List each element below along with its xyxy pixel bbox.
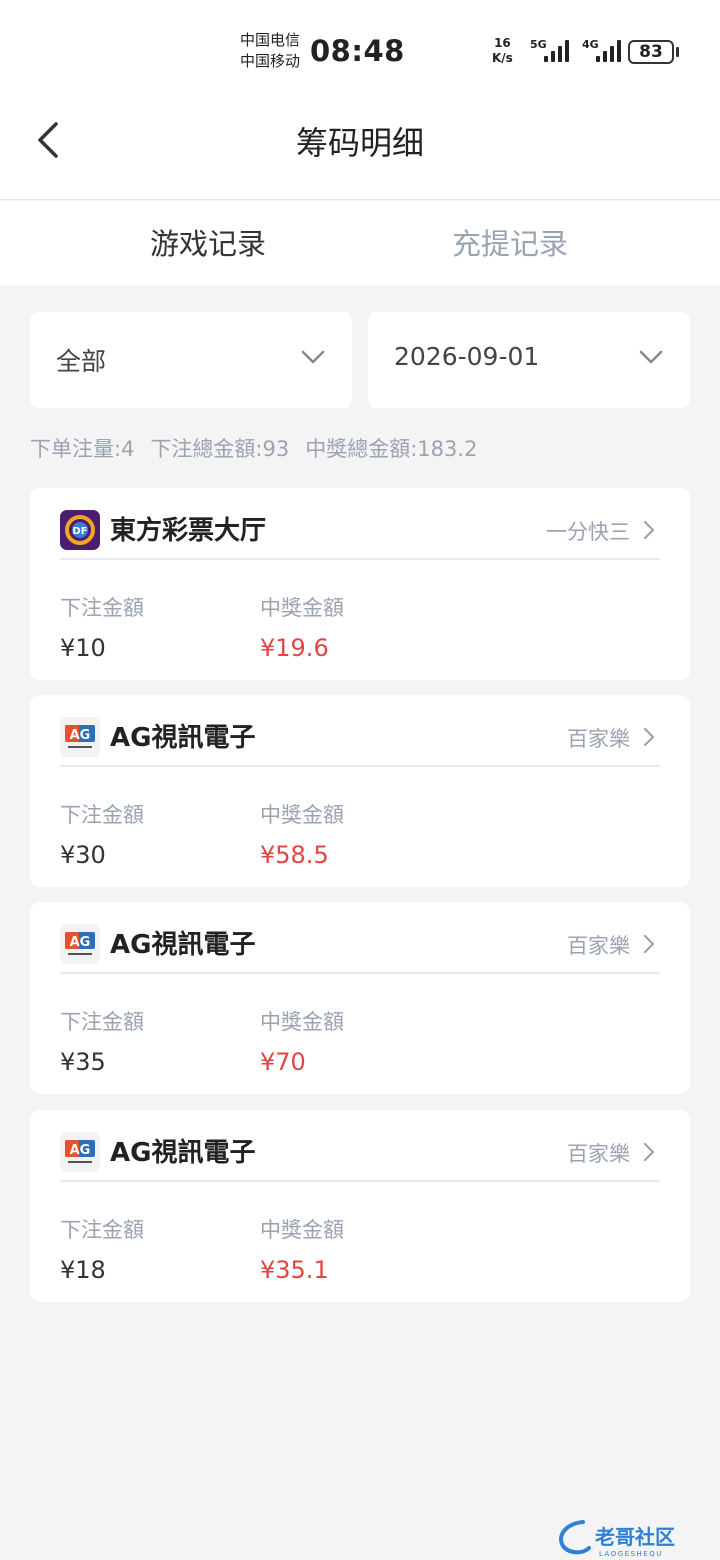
category-select[interactable]: 全部 xyxy=(30,312,352,408)
platform-name: AG視訊電子 xyxy=(110,1138,256,1168)
platform-name: 東方彩票大厅 xyxy=(110,516,267,546)
svg-text:AG: AG xyxy=(70,935,91,950)
chevron-right-icon xyxy=(643,727,655,747)
bet-amount: ¥35 xyxy=(60,1048,106,1076)
watermark-logo: 老哥社区 LAOGESHEQU xyxy=(555,1518,705,1558)
battery-icon: 83 xyxy=(628,40,674,64)
page-title: 筹码明细 xyxy=(295,124,424,162)
chevron-right-icon xyxy=(643,1142,655,1162)
bet-label: 下注金額 xyxy=(60,1218,144,1242)
record-card[interactable]: AG AG視訊電子 百家樂 下注金額 中獎金額 ¥30 ¥58.5 xyxy=(30,695,690,887)
svg-text:LAOGESHEQU: LAOGESHEQU xyxy=(599,1550,663,1558)
speed-value: 16 xyxy=(494,36,511,50)
divider xyxy=(60,558,660,560)
record-card[interactable]: AG AG視訊電子 百家樂 下注金額 中獎金額 ¥18 ¥35.1 xyxy=(30,1110,690,1302)
svg-text:老哥社区: 老哥社区 xyxy=(595,1525,675,1549)
win-label: 中獎金額 xyxy=(260,803,344,827)
divider xyxy=(60,1180,660,1182)
bet-amount: ¥18 xyxy=(60,1256,106,1284)
svg-text:AG: AG xyxy=(70,1143,91,1158)
battery-cap xyxy=(676,47,679,57)
summary-order-count: 下单注量:4 xyxy=(30,437,135,461)
platform-name: AG視訊電子 xyxy=(110,723,256,753)
platform-name: AG視訊電子 xyxy=(110,930,256,960)
bet-amount: ¥30 xyxy=(60,841,106,869)
nav-header: 筹码明细 xyxy=(0,96,720,200)
summary-line: 下单注量:4 下注總金額:93 中獎總金額:183.2 xyxy=(30,433,493,463)
ag-logo-icon: AG xyxy=(60,1132,100,1172)
clock: 08:48 xyxy=(310,34,405,68)
summary-total-win: 中獎總金額:183.2 xyxy=(305,437,478,461)
bet-amount: ¥10 xyxy=(60,634,106,662)
date-value: 2026-09-01 xyxy=(394,342,540,371)
svg-text:DF: DF xyxy=(72,526,87,537)
date-select[interactable]: 2026-09-01 xyxy=(368,312,690,408)
svg-text:AG: AG xyxy=(70,728,91,743)
game-name: 百家樂 xyxy=(567,727,630,751)
record-card[interactable]: DF 東方彩票大厅 一分快三 下注金額 中獎金額 ¥10 ¥19.6 xyxy=(30,488,690,680)
bet-label: 下注金額 xyxy=(60,803,144,827)
win-label: 中獎金額 xyxy=(260,1218,344,1242)
tab-bar: 游戏记录 充提记录 xyxy=(0,201,720,285)
tab-deposit-withdraw-records[interactable]: 充提记录 xyxy=(452,221,568,263)
chevron-down-icon xyxy=(639,350,663,364)
win-label: 中獎金額 xyxy=(260,596,344,620)
ag-logo-icon: AG xyxy=(60,924,100,964)
speed-unit: K/s xyxy=(492,51,513,65)
category-value: 全部 xyxy=(56,347,107,376)
df-logo-icon: DF xyxy=(60,510,100,550)
signal-5g-icon: 5G xyxy=(530,38,580,64)
tab-game-records[interactable]: 游戏记录 xyxy=(150,221,266,263)
chevron-right-icon xyxy=(643,934,655,954)
network-speed: 16 K/s xyxy=(492,36,513,66)
win-label: 中獎金額 xyxy=(260,1010,344,1034)
game-name: 百家樂 xyxy=(567,934,630,958)
game-name: 一分快三 xyxy=(546,520,630,544)
win-amount: ¥19.6 xyxy=(260,634,329,662)
record-card[interactable]: AG AG視訊電子 百家樂 下注金額 中獎金額 ¥35 ¥70 xyxy=(30,902,690,1094)
divider xyxy=(60,765,660,767)
carrier-info: 中国电信 中国移动 xyxy=(240,30,300,72)
win-amount: ¥70 xyxy=(260,1048,306,1076)
chevron-down-icon xyxy=(301,350,325,364)
chevron-right-icon xyxy=(643,520,655,540)
status-bar: 中国电信 中国移动 08:48 16 K/s 5G 4G 83 xyxy=(0,0,720,96)
bet-label: 下注金額 xyxy=(60,596,144,620)
divider xyxy=(60,972,660,974)
bet-label: 下注金額 xyxy=(60,1010,144,1034)
carrier-2: 中国移动 xyxy=(240,52,301,70)
ag-logo-icon: AG xyxy=(60,717,100,757)
game-name: 百家樂 xyxy=(567,1142,630,1166)
carrier-1: 中国电信 xyxy=(240,31,301,49)
summary-total-bet: 下注總金額:93 xyxy=(150,437,290,461)
win-amount: ¥35.1 xyxy=(260,1256,329,1284)
signal-4g-icon: 4G xyxy=(582,38,632,64)
win-amount: ¥58.5 xyxy=(260,841,329,869)
